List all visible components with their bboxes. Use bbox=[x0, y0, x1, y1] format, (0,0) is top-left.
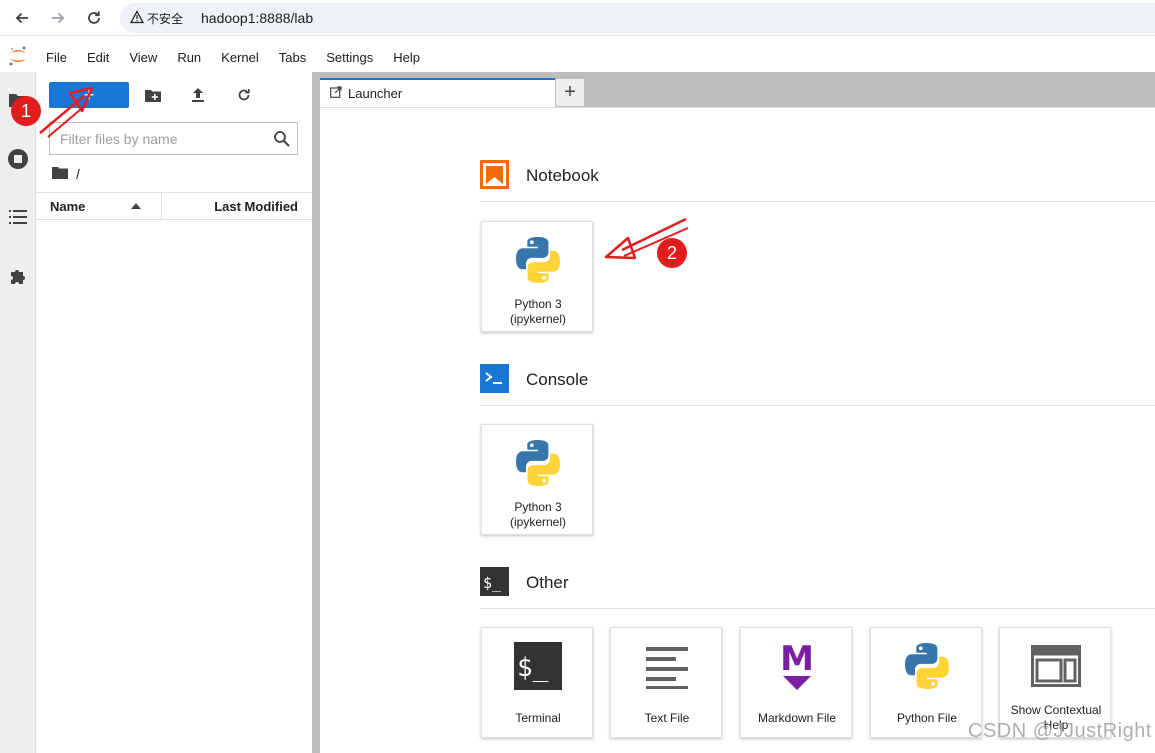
console-section-title: Console bbox=[526, 370, 589, 389]
other-section-header: $_ Other bbox=[480, 567, 1155, 609]
tab-launcher-label: Launcher bbox=[348, 86, 403, 101]
card-label: Python File bbox=[896, 711, 958, 725]
notebook-python3-card[interactable]: Python 3 (ipykernel) bbox=[481, 221, 593, 332]
python-logo-icon bbox=[901, 640, 953, 692]
breadcrumb-folder-icon[interactable] bbox=[52, 166, 68, 182]
other-section-title: Other bbox=[526, 573, 569, 592]
left-activity-bar bbox=[0, 72, 36, 753]
jupyter-logo bbox=[7, 45, 29, 67]
filter-field bbox=[49, 122, 298, 155]
menu-file[interactable]: File bbox=[36, 50, 77, 65]
terminal-card[interactable]: $_ Terminal bbox=[481, 627, 593, 738]
add-tab-button[interactable]: + bbox=[556, 79, 584, 106]
tab-launcher[interactable]: Launcher bbox=[320, 78, 555, 107]
column-divider[interactable] bbox=[161, 193, 162, 219]
forward-icon[interactable] bbox=[46, 6, 70, 30]
menu-settings[interactable]: Settings bbox=[316, 50, 383, 65]
menu-view[interactable]: View bbox=[119, 50, 167, 65]
svg-text:M: M bbox=[780, 640, 814, 679]
breadcrumb: / bbox=[52, 165, 80, 183]
address-bar[interactable]: 不安全 hadoop1:8888/lab bbox=[120, 3, 1155, 33]
watermark: CSDN @JJustRight bbox=[968, 720, 1152, 742]
security-chip[interactable]: 不安全 bbox=[126, 8, 189, 28]
contextual-help-icon bbox=[1030, 640, 1082, 692]
card-label: Python 3 (ipykernel) bbox=[482, 297, 594, 327]
terminal-icon: $_ bbox=[512, 640, 564, 692]
file-browser-panel: + / Name Last Modified bbox=[36, 72, 312, 753]
panel-splitter[interactable] bbox=[312, 72, 320, 753]
breadcrumb-root[interactable]: / bbox=[76, 166, 80, 182]
running-icon[interactable] bbox=[7, 148, 29, 170]
card-label-line2: (ipykernel) bbox=[509, 515, 566, 529]
main-tab-bar: Launcher + bbox=[320, 72, 1155, 107]
menu-help[interactable]: Help bbox=[383, 50, 430, 65]
python-file-card[interactable]: Python File bbox=[870, 627, 982, 738]
upload-icon[interactable] bbox=[188, 85, 208, 105]
file-list-header: Name Last Modified bbox=[36, 192, 312, 220]
new-launcher-button[interactable]: + bbox=[49, 82, 129, 108]
svg-text:$_: $_ bbox=[517, 653, 549, 683]
refresh-icon[interactable] bbox=[234, 85, 254, 105]
menu-edit[interactable]: Edit bbox=[77, 50, 119, 65]
toc-icon[interactable] bbox=[7, 206, 29, 228]
sort-ascending-icon[interactable] bbox=[131, 203, 141, 209]
card-label: Markdown File bbox=[757, 711, 837, 725]
card-label: Python 3 (ipykernel) bbox=[482, 500, 594, 530]
annotation-marker-1: 1 bbox=[11, 96, 41, 126]
menu-items: File Edit View Run Kernel Tabs Settings … bbox=[36, 42, 430, 72]
notebook-section-header: Notebook bbox=[480, 160, 1155, 202]
markdown-file-card[interactable]: M Markdown File bbox=[740, 627, 852, 738]
menu-kernel[interactable]: Kernel bbox=[211, 50, 269, 65]
reload-icon[interactable] bbox=[82, 6, 106, 30]
card-label: Text File bbox=[644, 711, 690, 725]
card-label-line1: Python 3 bbox=[514, 500, 562, 514]
annotation-marker-2: 2 bbox=[657, 238, 687, 268]
text-file-icon bbox=[641, 640, 693, 692]
python-logo-icon bbox=[512, 234, 564, 286]
text-file-card[interactable]: Text File bbox=[610, 627, 722, 738]
launcher-panel: Notebook Python 3 (ipykernel) Console Py… bbox=[320, 107, 1155, 753]
browser-toolbar: 不安全 hadoop1:8888/lab bbox=[0, 0, 1155, 36]
card-label: Terminal bbox=[515, 711, 561, 725]
menu-tabs[interactable]: Tabs bbox=[269, 50, 316, 65]
markdown-icon: M bbox=[771, 640, 823, 692]
card-label-line2: (ipykernel) bbox=[509, 312, 566, 326]
console-icon bbox=[480, 364, 509, 393]
other-icon: $_ bbox=[480, 567, 509, 596]
url-text[interactable]: hadoop1:8888/lab bbox=[201, 10, 313, 26]
search-icon[interactable] bbox=[273, 130, 291, 148]
extension-icon[interactable] bbox=[7, 265, 29, 287]
security-label: 不安全 bbox=[147, 11, 184, 26]
column-name[interactable]: Name bbox=[50, 199, 85, 214]
filter-input[interactable] bbox=[50, 123, 270, 154]
menu-run[interactable]: Run bbox=[167, 50, 211, 65]
column-last-modified[interactable]: Last Modified bbox=[214, 199, 298, 214]
console-python3-card[interactable]: Python 3 (ipykernel) bbox=[481, 424, 593, 535]
launcher-tab-icon bbox=[330, 86, 342, 101]
screen: 不安全 hadoop1:8888/lab File Edit View Run … bbox=[0, 0, 1155, 753]
warning-icon bbox=[129, 9, 145, 27]
menu-bar: File Edit View Run Kernel Tabs Settings … bbox=[0, 42, 1155, 72]
notebook-section-title: Notebook bbox=[526, 166, 599, 185]
console-section-header: Console bbox=[480, 364, 1155, 406]
python-logo-icon bbox=[512, 437, 564, 489]
svg-text:$_: $_ bbox=[483, 574, 502, 592]
new-folder-icon[interactable] bbox=[143, 85, 163, 105]
card-label-line1: Python 3 bbox=[514, 297, 562, 311]
card-label-line1: Show Contextual bbox=[1010, 703, 1102, 717]
back-icon[interactable] bbox=[10, 6, 34, 30]
notebook-icon bbox=[480, 160, 509, 189]
